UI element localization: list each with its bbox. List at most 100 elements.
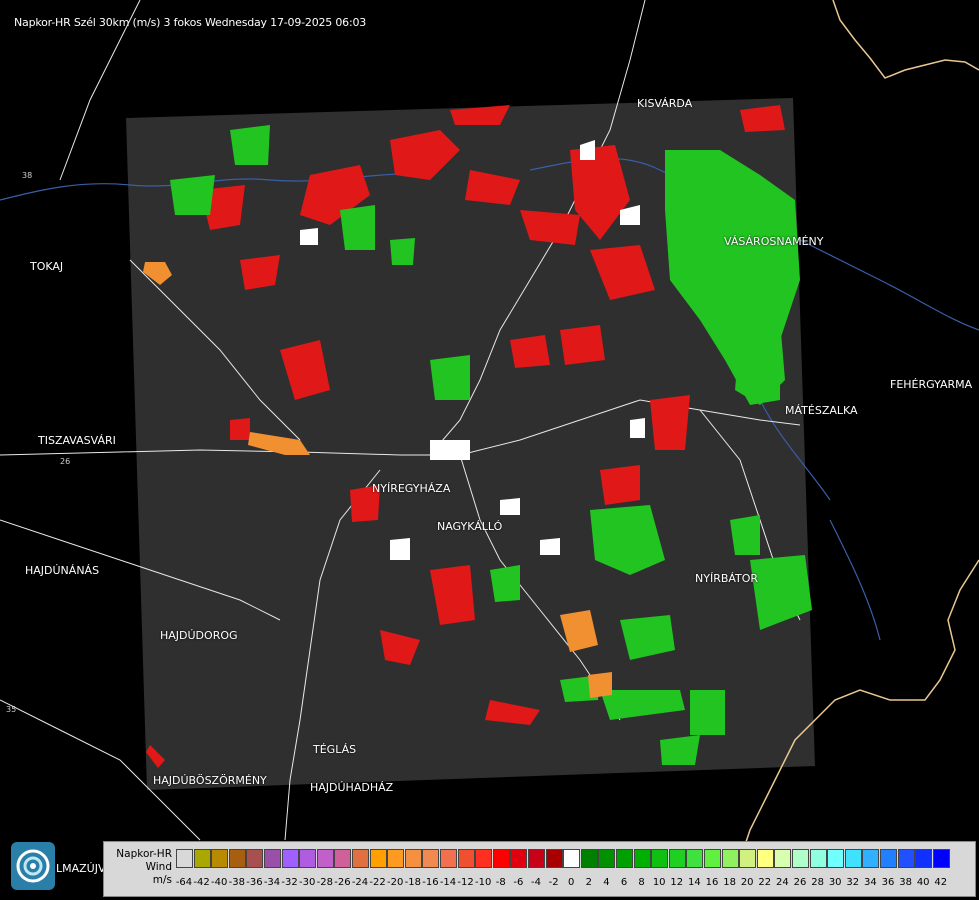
legend-swatch <box>668 849 686 868</box>
legend-tick-label: -14 <box>439 877 457 888</box>
legend-tick-label: 4 <box>603 877 610 888</box>
legend-tick-label: -10 <box>475 877 492 888</box>
legend-swatch <box>422 849 440 868</box>
legend-tick-label: 8 <box>638 877 645 888</box>
town-label-hajdudorog: HAJDÚDOROG <box>160 629 238 642</box>
legend-swatch <box>475 849 493 868</box>
town-label-mateszalka: MÁTÉSZALKA <box>785 404 858 417</box>
legend-title: Napkor-HR Wind m/s <box>110 848 172 887</box>
legend-tick-label: -40 <box>211 877 228 888</box>
legend-swatch <box>633 849 651 868</box>
map-canvas: 38 26 35 <box>0 0 979 861</box>
legend-swatch <box>616 849 633 868</box>
legend-swatch <box>299 849 317 868</box>
legend-swatch <box>897 849 915 868</box>
legend-tick-label: -28 <box>316 877 333 888</box>
radar-map-view: { "title": "Napkor-HR Szél 30km (m/s) 3 … <box>0 0 979 900</box>
legend-swatch <box>281 849 299 868</box>
legend-swatch <box>756 849 774 868</box>
legend-tick-label: 12 <box>670 877 684 888</box>
legend-title-line1: Napkor-HR <box>116 848 172 860</box>
legend-tick-label: 10 <box>652 877 666 888</box>
legend-swatch <box>792 849 809 868</box>
legend-tick-label: -12 <box>457 877 474 888</box>
legend-tick-label: 30 <box>828 877 842 888</box>
town-label-nyirbator: NYÍRBÁTOR <box>695 572 759 585</box>
legend-unit: m/s <box>152 874 172 886</box>
legend-swatch <box>387 849 405 868</box>
legend-tick-label: 18 <box>723 877 736 888</box>
legend-swatch <box>880 849 897 868</box>
legend-swatch <box>457 849 475 868</box>
legend-swatch <box>809 849 827 868</box>
legend-tick-label: -16 <box>422 877 439 888</box>
legend-swatch <box>739 849 757 868</box>
legend-tick-label: 26 <box>793 877 807 888</box>
legend-tick-label: 20 <box>740 877 754 888</box>
town-label-nyiregyhaza: NYÍREGYHÁZA <box>372 482 451 495</box>
legend-tick-label: 24 <box>776 877 789 888</box>
legend-swatch <box>651 849 669 868</box>
legend-tick-label: 16 <box>705 877 719 888</box>
town-label-tiszavasvari: TISZAVASVÁRI <box>38 434 116 447</box>
legend-tick-label: 38 <box>899 877 912 888</box>
legend-swatch <box>492 849 510 868</box>
legend-tick-label: -26 <box>334 877 351 888</box>
legend-tick-label: -18 <box>404 877 421 888</box>
legend-swatch <box>774 849 792 868</box>
legend-tick-label: -30 <box>299 877 316 888</box>
color-legend: Napkor-HR Wind m/s -64 -42 -40 -38 -36 -34 -32… <box>103 841 976 897</box>
legend-tick-label: -8 <box>495 877 506 888</box>
legend-tick-label: 22 <box>758 877 772 888</box>
legend-swatch <box>510 849 528 868</box>
legend-tick-label: 34 <box>864 877 877 888</box>
legend-tick-label: 2 <box>585 877 592 888</box>
swirl-icon <box>16 849 50 883</box>
legend-swatch <box>862 849 880 868</box>
legend-tick-label: -36 <box>246 877 263 888</box>
legend-tick-label: -22 <box>369 877 386 888</box>
town-label-fehergyarmat: FEHÉRGYARMA <box>890 378 973 391</box>
town-label-tokaj: TOKAJ <box>30 260 64 273</box>
legend-swatch <box>316 849 334 868</box>
road-26-label: 26 <box>60 457 70 466</box>
town-label-kisvarda: KISVÁRDA <box>637 97 693 110</box>
town-label-hajdunanas: HAJDÚNÁNÁS <box>25 564 100 577</box>
legend-swatch <box>563 849 581 868</box>
legend-swatch <box>827 849 845 868</box>
legend-swatch <box>211 849 229 868</box>
legend-swatch <box>334 849 352 868</box>
legend-tick-label: -4 <box>531 877 541 888</box>
town-label-teglas: TÉGLÁS <box>313 743 357 756</box>
legend-swatch <box>932 849 950 868</box>
town-label-vasarosnameny: VÁSÁROSNAMÉNY <box>724 235 824 248</box>
legend-tick-label: -24 <box>351 877 369 888</box>
legend-swatch <box>369 849 387 868</box>
legend-tick-label: -64 <box>175 877 193 888</box>
legend-swatch <box>686 849 704 868</box>
legend-tick-label: 40 <box>916 877 930 888</box>
road-35-label: 35 <box>6 705 16 714</box>
legend-tick-label: 14 <box>688 877 701 888</box>
legend-tick-label: -6 <box>513 877 524 888</box>
legend-swatch <box>246 849 264 868</box>
legend-tick-label: -34 <box>263 877 281 888</box>
legend-swatch <box>264 849 281 868</box>
legend-swatch <box>598 849 616 868</box>
legend-swatch <box>580 849 598 868</box>
legend-swatch <box>721 849 739 868</box>
legend-tick-label: 0 <box>568 877 575 888</box>
legend-swatch <box>915 849 933 868</box>
legend-tick-label: 36 <box>881 877 895 888</box>
legend-tick-label: 32 <box>846 877 860 888</box>
road-38-label: 38 <box>22 171 32 180</box>
legend-swatch <box>440 849 457 868</box>
legend-swatch <box>404 849 422 868</box>
legend-swatch <box>545 849 563 868</box>
town-label-hajduhadhaz: HAJDÚHADHÁZ <box>310 781 394 794</box>
legend-tick-label: 6 <box>620 877 628 888</box>
legend-tick-label: -32 <box>281 877 298 888</box>
country-border <box>832 0 979 79</box>
napkor-logo <box>11 842 55 890</box>
legend-tick-label: -38 <box>228 877 245 888</box>
